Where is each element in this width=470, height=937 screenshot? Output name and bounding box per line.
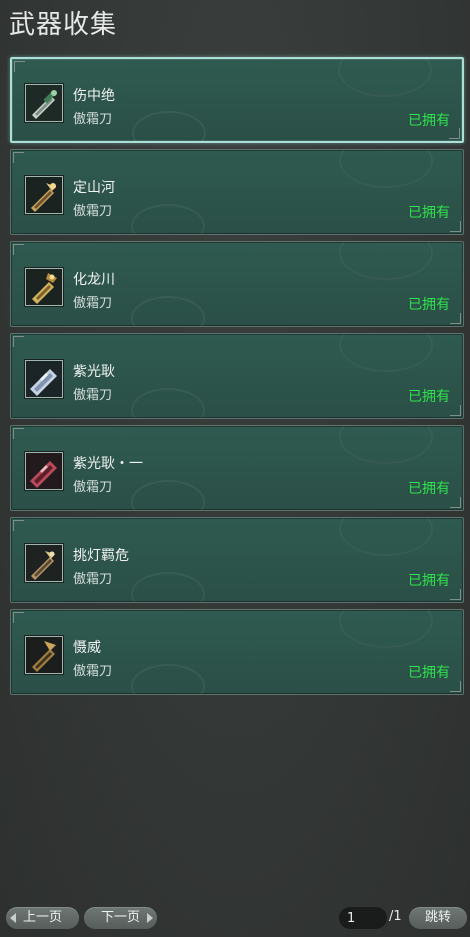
- card-pattern: [131, 296, 205, 326]
- card-pattern: [131, 480, 205, 510]
- card-pattern: [131, 572, 205, 602]
- weapon-name: 化龙川: [73, 272, 115, 288]
- weapon-type: 傲霜刀: [73, 388, 113, 403]
- chevron-right-icon: [147, 913, 153, 923]
- owned-status: 已拥有: [408, 297, 450, 313]
- weapon-card[interactable]: 化龙川 傲霜刀 已拥有: [10, 241, 464, 327]
- chevron-left-icon: [10, 913, 16, 923]
- card-pattern: [339, 150, 433, 188]
- prev-page-label: 上一页: [22, 910, 62, 925]
- sword-icon: [25, 84, 63, 122]
- owned-status: 已拥有: [408, 113, 450, 129]
- page-total: /1: [389, 909, 402, 924]
- next-page-button[interactable]: 下一页: [84, 907, 157, 929]
- owned-status: 已拥有: [408, 665, 450, 681]
- card-pattern: [131, 204, 205, 234]
- sword-icon: [25, 176, 63, 214]
- card-pattern: [339, 242, 433, 280]
- weapon-card[interactable]: 紫光耿 傲霜刀 已拥有: [10, 333, 464, 419]
- weapon-name: 慑威: [73, 640, 101, 656]
- weapon-name: 定山河: [73, 180, 115, 196]
- weapon-card[interactable]: 定山河 傲霜刀 已拥有: [10, 149, 464, 235]
- card-pattern: [338, 59, 432, 97]
- sword-icon: [25, 452, 63, 490]
- weapon-name: 紫光耿: [73, 364, 115, 380]
- sword-icon: [25, 636, 63, 674]
- card-pattern: [132, 111, 206, 141]
- owned-status: 已拥有: [408, 481, 450, 497]
- weapon-type: 傲霜刀: [73, 112, 113, 127]
- weapon-card[interactable]: 紫光耿・一 傲霜刀 已拥有: [10, 425, 464, 511]
- card-pattern: [339, 610, 433, 648]
- weapon-name: 紫光耿・一: [73, 456, 143, 472]
- owned-status: 已拥有: [408, 205, 450, 221]
- card-pattern: [339, 518, 433, 556]
- card-pattern: [339, 426, 433, 464]
- card-pattern: [131, 388, 205, 418]
- prev-page-button[interactable]: 上一页: [6, 907, 79, 929]
- weapon-card[interactable]: 慑威 傲霜刀 已拥有: [10, 609, 464, 695]
- card-pattern: [339, 334, 433, 372]
- page-number-input[interactable]: [339, 907, 387, 929]
- weapon-type: 傲霜刀: [73, 664, 113, 679]
- weapon-card[interactable]: 伤中绝 傲霜刀 已拥有: [10, 57, 464, 143]
- sword-icon: [25, 360, 63, 398]
- weapon-type: 傲霜刀: [73, 296, 113, 311]
- weapon-name: 挑灯羁危: [73, 548, 129, 564]
- weapon-name: 伤中绝: [73, 88, 115, 104]
- owned-status: 已拥有: [408, 389, 450, 405]
- page-title: 武器收集: [9, 10, 118, 40]
- weapon-type: 傲霜刀: [73, 572, 113, 587]
- weapon-list: 伤中绝 傲霜刀 已拥有 定山河 傲霜刀 已拥有 化龙川 傲霜刀 已拥有 紫光耿 …: [10, 57, 464, 701]
- owned-status: 已拥有: [408, 573, 450, 589]
- sword-icon: [25, 268, 63, 306]
- weapon-type: 傲霜刀: [73, 204, 113, 219]
- weapon-card[interactable]: 挑灯羁危 傲霜刀 已拥有: [10, 517, 464, 603]
- card-pattern: [131, 664, 205, 694]
- sword-icon: [25, 544, 63, 582]
- weapon-type: 傲霜刀: [73, 480, 113, 495]
- next-page-label: 下一页: [100, 910, 140, 925]
- jump-button[interactable]: 跳转: [409, 907, 467, 929]
